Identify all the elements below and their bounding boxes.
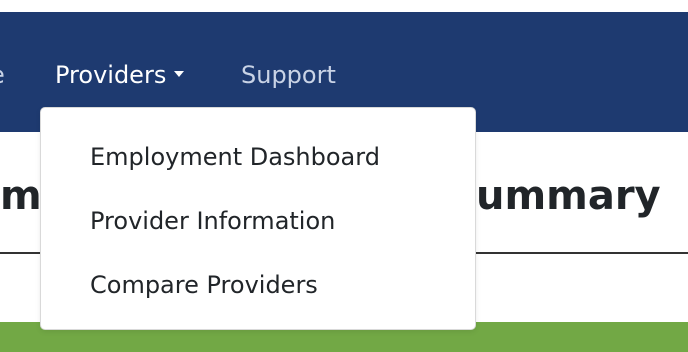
caret-down-icon xyxy=(174,71,185,77)
dropdown-item-compare-providers[interactable]: Compare Providers xyxy=(90,271,318,299)
dropdown-item-provider-information[interactable]: Provider Information xyxy=(90,207,335,235)
nav-item-providers[interactable]: Providers xyxy=(55,61,185,89)
page-title-left-fragment: m xyxy=(0,176,40,216)
nav-item-partial[interactable]: e xyxy=(0,63,5,87)
nav-item-support[interactable]: Support xyxy=(241,63,336,87)
dropdown-item-employment-dashboard[interactable]: Employment Dashboard xyxy=(90,143,380,171)
providers-dropdown-menu: Employment Dashboard Provider Informatio… xyxy=(40,107,476,330)
page-title-right-fragment: ummary xyxy=(476,173,661,219)
nav-providers-label: Providers xyxy=(55,61,167,89)
